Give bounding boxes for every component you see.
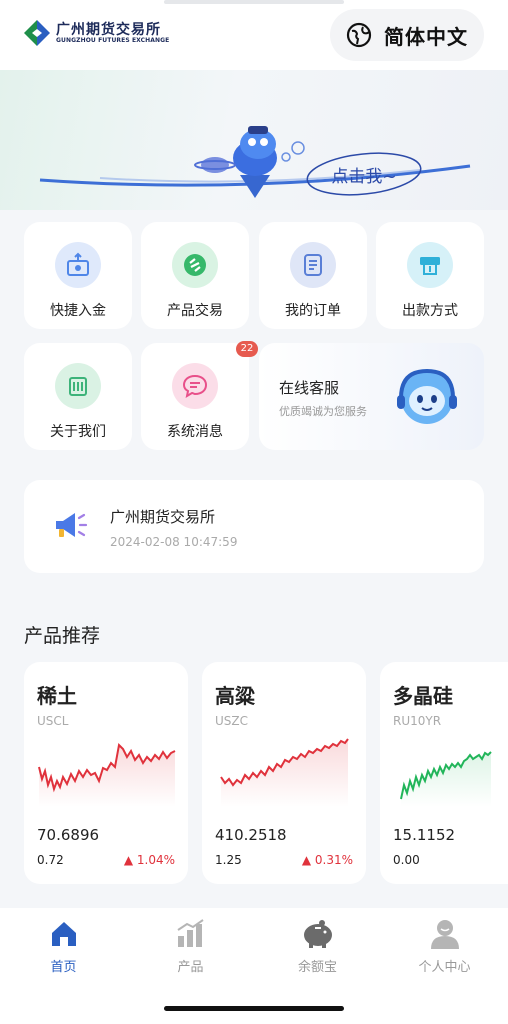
banner[interactable]: 点击我~ bbox=[0, 70, 508, 210]
home-indicator bbox=[164, 1006, 344, 1011]
product-sparkline bbox=[220, 738, 349, 807]
nav-item-balance[interactable]: 余额宝 bbox=[254, 908, 381, 988]
unread-badge: 22 bbox=[236, 341, 258, 357]
product-sparkline bbox=[400, 751, 492, 807]
quick-action-withdraw[interactable]: 出款方式 bbox=[376, 222, 484, 329]
product-card[interactable]: 高粱 USZC 410.2518 1.25 ▲ 0.31% bbox=[202, 662, 366, 884]
product-name: 稀土 bbox=[37, 684, 77, 708]
exchange-logo: 广州期货交易所 GUNGZHOU FUTURES EXCHANGE bbox=[22, 18, 169, 48]
nav-label: 产品 bbox=[177, 960, 204, 975]
customer-service-mascot-icon bbox=[397, 368, 457, 424]
order-icon bbox=[290, 242, 336, 288]
product-percent-value: 1.04% bbox=[136, 853, 175, 867]
chart-icon bbox=[175, 916, 207, 952]
quick-action-label: 我的订单 bbox=[285, 303, 341, 319]
section-title-products: 产品推荐 bbox=[24, 625, 101, 647]
notice-timestamp: 2024-02-08 10:47:59 bbox=[110, 535, 238, 549]
globe-icon bbox=[346, 22, 372, 48]
withdraw-icon bbox=[407, 242, 453, 288]
product-price: 15.1152 bbox=[393, 826, 456, 844]
product-code: RU10YR bbox=[393, 714, 442, 728]
product-code: USCL bbox=[37, 714, 69, 728]
notice-card[interactable]: 广州期货交易所 2024-02-08 10:47:59 bbox=[24, 480, 484, 573]
message-icon bbox=[172, 363, 218, 409]
trade-icon bbox=[172, 242, 218, 288]
logo-text-cn: 广州期货交易所 bbox=[56, 21, 161, 38]
product-change: 0.72 bbox=[37, 853, 64, 867]
product-code: USZC bbox=[215, 714, 248, 728]
product-price: 410.2518 bbox=[215, 826, 287, 844]
notice-title: 广州期货交易所 bbox=[110, 508, 216, 526]
quick-action-label: 系统消息 bbox=[167, 424, 223, 440]
product-name: 多晶硅 bbox=[393, 684, 453, 708]
product-percent-value: 0.31% bbox=[314, 853, 353, 867]
trend-up-icon: ▲ bbox=[123, 853, 134, 867]
product-change: 1.25 bbox=[215, 853, 242, 867]
online-service-card[interactable]: 在线客服 优质竭诚为您服务 bbox=[259, 343, 484, 450]
deposit-icon bbox=[55, 242, 101, 288]
quick-action-label: 关于我们 bbox=[50, 424, 106, 440]
product-price: 70.6896 bbox=[37, 826, 100, 844]
quick-action-trade[interactable]: 产品交易 bbox=[141, 222, 249, 329]
quick-action-label: 产品交易 bbox=[167, 303, 223, 319]
trend-up-icon: ▲ bbox=[301, 853, 312, 867]
quick-action-deposit[interactable]: 快捷入金 bbox=[24, 222, 132, 329]
header: 广州期货交易所 GUNGZHOU FUTURES EXCHANGE 简体中文 bbox=[0, 0, 508, 70]
megaphone-icon bbox=[56, 513, 88, 537]
product-card[interactable]: 多晶硅 RU10YR 15.1152 0.00 bbox=[380, 662, 508, 884]
nav-label: 首页 bbox=[50, 960, 77, 975]
user-icon bbox=[429, 916, 461, 952]
nav-item-products[interactable]: 产品 bbox=[127, 908, 254, 988]
notch-indicator bbox=[164, 0, 344, 4]
product-sparkline bbox=[38, 742, 176, 807]
product-name: 高粱 bbox=[215, 684, 255, 708]
nav-item-home[interactable]: 首页 bbox=[0, 908, 127, 988]
product-change: 0.00 bbox=[393, 853, 420, 867]
product-card[interactable]: 稀土 USCL 70.6896 0.72 ▲ 1.04% bbox=[24, 662, 188, 884]
piggy-bank-icon bbox=[300, 916, 336, 952]
quick-action-label: 快捷入金 bbox=[50, 303, 106, 319]
language-switch-button[interactable]: 简体中文 bbox=[330, 9, 484, 61]
click-me-bubble[interactable]: 点击我~ bbox=[305, 150, 423, 198]
quick-action-messages[interactable]: 系统消息 bbox=[141, 343, 249, 450]
quick-action-about[interactable]: 关于我们 bbox=[24, 343, 132, 450]
bubble-text: 点击我~ bbox=[331, 167, 397, 187]
service-subtitle: 优质竭诚为您服务 bbox=[279, 405, 367, 418]
banner-mascot-illustration bbox=[39, 126, 471, 198]
home-icon bbox=[49, 916, 79, 952]
exchange-logo-icon bbox=[24, 20, 50, 46]
service-title: 在线客服 bbox=[279, 379, 340, 397]
language-label: 简体中文 bbox=[384, 24, 468, 49]
about-icon bbox=[55, 363, 101, 409]
quick-action-label: 出款方式 bbox=[402, 303, 458, 319]
product-percent: ▲ 1.04% bbox=[124, 853, 175, 867]
logo-text-en: GUNGZHOU FUTURES EXCHANGE bbox=[56, 36, 170, 44]
product-percent: ▲ 0.31% bbox=[302, 853, 353, 867]
quick-action-orders[interactable]: 我的订单 bbox=[259, 222, 367, 329]
nav-item-profile[interactable]: 个人中心 bbox=[381, 908, 508, 988]
nav-label: 余额宝 bbox=[297, 960, 337, 975]
nav-label: 个人中心 bbox=[418, 960, 471, 975]
